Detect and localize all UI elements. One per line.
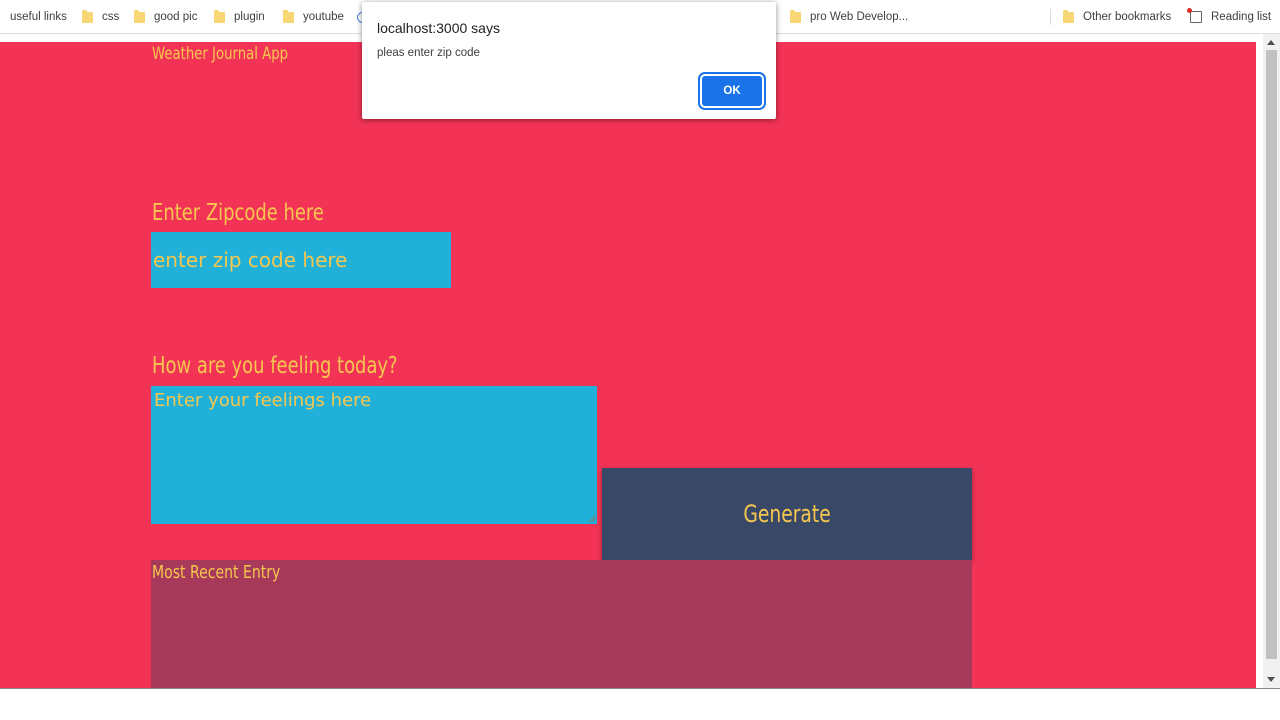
bookmark-label: pro Web Develop... xyxy=(810,11,909,23)
feelings-label: How are you feeling today? xyxy=(152,353,398,379)
page-viewport: Weather Journal App Enter Zipcode here H… xyxy=(0,42,1256,688)
bookmark-youtube[interactable]: youtube xyxy=(283,0,344,34)
vertical-scrollbar[interactable] xyxy=(1263,34,1280,688)
scroll-up-icon[interactable] xyxy=(1267,40,1275,45)
bookmark-css[interactable]: css xyxy=(82,0,119,34)
bookmark-label: youtube xyxy=(303,11,344,23)
folder-icon xyxy=(134,9,145,23)
resize-handle-icon[interactable] xyxy=(588,514,597,523)
other-bookmarks-label: Other bookmarks xyxy=(1083,11,1172,23)
scroll-down-icon[interactable] xyxy=(1267,677,1275,682)
folder-icon xyxy=(82,9,93,23)
zip-input[interactable] xyxy=(151,232,451,288)
bookmark-label: plugin xyxy=(234,11,265,23)
entry-holder: Most Recent Entry xyxy=(151,560,972,688)
entry-title: Most Recent Entry xyxy=(152,562,281,583)
bookmark-useful-links[interactable]: useful links xyxy=(10,0,67,34)
bookmark-plugin[interactable]: plugin xyxy=(214,0,265,34)
bookmarks-divider xyxy=(1050,9,1051,25)
bookmark-label: useful links xyxy=(10,11,67,23)
generate-button-label: Generate xyxy=(743,500,831,528)
folder-icon xyxy=(283,9,294,23)
scroll-thumb[interactable] xyxy=(1266,50,1277,659)
reading-list-icon xyxy=(1187,8,1202,23)
alert-dialog: localhost:3000 says pleas enter zip code… xyxy=(362,2,776,119)
bookmark-label: css xyxy=(102,11,120,23)
folder-icon xyxy=(790,9,801,23)
bookmark-label: good pic xyxy=(154,11,198,23)
generate-button[interactable]: Generate xyxy=(602,468,972,560)
ok-button[interactable]: OK xyxy=(702,76,762,106)
zip-label: Enter Zipcode here xyxy=(152,200,324,226)
reading-list[interactable]: Reading list xyxy=(1187,0,1272,34)
other-bookmarks[interactable]: Other bookmarks xyxy=(1063,0,1171,34)
folder-icon xyxy=(214,9,225,23)
alert-title: localhost:3000 says xyxy=(377,20,500,36)
feelings-textarea[interactable] xyxy=(151,386,597,524)
bookmark-pro-web-develop[interactable]: pro Web Develop... xyxy=(790,0,908,34)
folder-icon xyxy=(1063,9,1074,23)
alert-message: pleas enter zip code xyxy=(377,47,480,59)
reading-list-label: Reading list xyxy=(1211,11,1272,23)
app-title: Weather Journal App xyxy=(152,44,289,64)
status-strip xyxy=(0,688,1280,720)
bookmark-good-pic[interactable]: good pic xyxy=(134,0,197,34)
